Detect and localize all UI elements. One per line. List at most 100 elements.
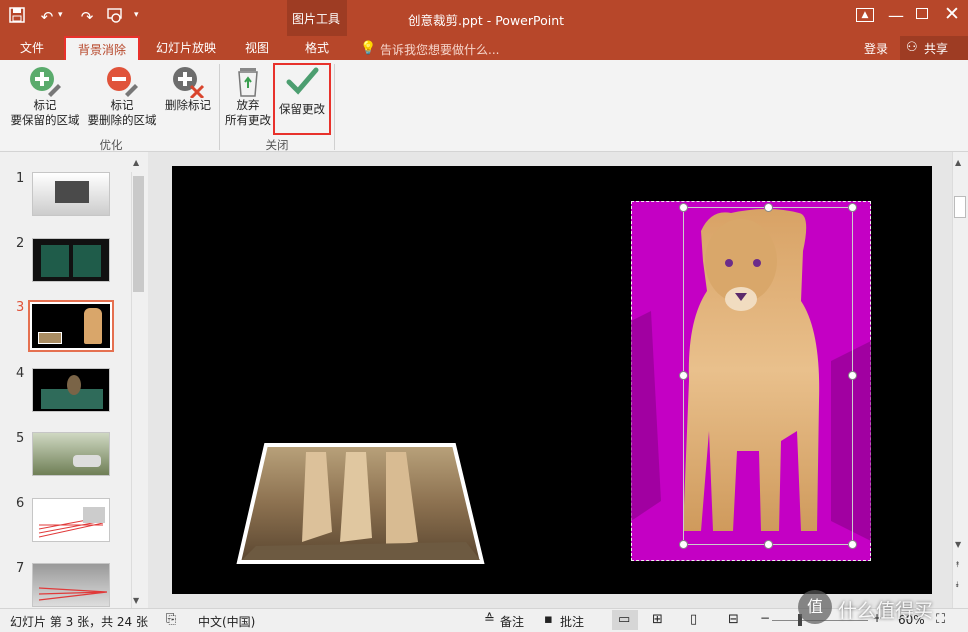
resize-handle[interactable] (848, 371, 857, 380)
resize-handle[interactable] (679, 203, 688, 212)
tell-me-box[interactable]: 告诉我您想要做什么... (380, 41, 499, 58)
slide-number: 7 (16, 561, 25, 576)
minimize-icon[interactable]: — (888, 6, 904, 25)
slide-thumbnail[interactable] (32, 368, 110, 412)
thumb-photo (55, 181, 89, 203)
language-status[interactable]: 中文(中国) (198, 613, 255, 630)
zoom-out-icon[interactable]: − (760, 611, 770, 625)
thumb-lioness (84, 308, 102, 344)
scroll-up-icon[interactable]: ▲ (955, 158, 961, 167)
share-person-icon: ⚇ (906, 40, 918, 55)
customize-toolbar-icon[interactable]: ▾ (134, 10, 139, 20)
thumb-photo (41, 245, 69, 277)
slide-thumbnail-selected[interactable] (28, 300, 114, 352)
checkmark-icon (285, 64, 319, 98)
slide-number-selected: 3 (16, 300, 25, 315)
group-close-label: 关闭 (265, 138, 289, 152)
mark-keep-label-1: 标记 (33, 98, 57, 112)
slide-number: 4 (16, 366, 25, 381)
sign-in-link[interactable]: 登录 (864, 40, 888, 57)
discard-label-1: 放弃 (236, 98, 260, 112)
close-icon[interactable]: ✕ (944, 3, 960, 25)
slideshow-icon[interactable]: ⊟ (728, 612, 739, 627)
tab-view[interactable]: 视图 (236, 36, 278, 60)
slide-thumbnail[interactable] (32, 238, 110, 282)
undo-icon[interactable]: ↶ (36, 6, 58, 28)
save-icon[interactable] (6, 6, 28, 28)
keep-changes-label: 保留更改 (279, 102, 325, 116)
notes-button[interactable]: 备注 (500, 613, 524, 630)
undo-dropdown-icon[interactable]: ▾ (58, 10, 63, 20)
lightbulb-icon: 💡 (360, 41, 377, 56)
context-tab-label: 图片工具 (292, 12, 341, 26)
slide-thumbnail[interactable] (32, 432, 110, 476)
slide-number: 1 (16, 171, 25, 186)
slide-sorter-icon[interactable]: ⊞ (652, 612, 663, 627)
recycle-bin-icon (231, 64, 265, 98)
resize-handle[interactable] (848, 540, 857, 549)
start-from-beginning-icon[interactable] (104, 6, 126, 28)
thumb-red-lines (38, 587, 108, 601)
scroll-down-icon[interactable]: ▼ (955, 540, 961, 549)
window-title: 创意裁剪.ppt - PowerPoint (408, 13, 565, 28)
plus-pencil-icon (28, 64, 62, 98)
slide-number: 2 (16, 236, 25, 251)
thumb-red-lines (38, 507, 105, 538)
spell-check-icon[interactable]: ⎘ (166, 612, 176, 627)
selection-box (683, 207, 853, 545)
watermark-logo: 值 (798, 590, 832, 624)
maximize-icon[interactable] (916, 8, 928, 19)
thumb-photo (73, 245, 101, 277)
tab-slideshow[interactable]: 幻灯片放映 (148, 36, 224, 60)
delete-mark-icon (171, 64, 205, 100)
scroll-thumb[interactable] (133, 176, 144, 292)
scroll-up-icon[interactable]: ▲ (133, 158, 139, 167)
mark-remove-label-1: 标记 (110, 98, 134, 112)
tab-file[interactable]: 文件 (12, 36, 52, 60)
next-slide-icon[interactable]: ⯯ (955, 580, 960, 590)
slide-thumbnail[interactable] (32, 563, 110, 607)
mark-keep-button[interactable]: 标记 要保留的区域 (6, 64, 84, 128)
mark-remove-label-2: 要删除的区域 (87, 113, 157, 127)
comments-button[interactable]: 批注 (560, 613, 584, 630)
share-label: 共享 (924, 42, 949, 56)
ribbon-display-options-icon[interactable]: ▲ (856, 8, 874, 22)
group-refine-label: 优化 (99, 138, 123, 152)
scroll-thumb[interactable] (954, 196, 966, 218)
scroll-down-icon[interactable]: ▼ (133, 596, 139, 605)
delete-mark-button[interactable]: 删除标记 (160, 64, 216, 113)
paws-photo[interactable] (236, 442, 486, 566)
keep-changes-button[interactable]: 保留更改 (275, 64, 329, 117)
thumb-bg (32, 304, 110, 348)
resize-handle[interactable] (679, 371, 688, 380)
redo-icon[interactable]: ↷ (76, 6, 98, 28)
thumb-car (73, 455, 101, 467)
resize-handle[interactable] (764, 203, 773, 212)
mark-keep-label-2: 要保留的区域 (10, 113, 80, 127)
watermark-text: 什么值得买 (838, 600, 934, 622)
thumb-owl (67, 375, 81, 395)
notes-icon: ≙ (484, 612, 495, 627)
minus-pencil-icon (105, 64, 139, 98)
slide-thumbnail[interactable] (32, 498, 110, 542)
slide-count-status[interactable]: 幻灯片 第 3 张，共 24 张 (10, 613, 148, 630)
mark-remove-button[interactable]: 标记 要删除的区域 (84, 64, 160, 128)
resize-handle[interactable] (764, 540, 773, 549)
normal-view-icon: ▭ (618, 612, 631, 627)
resize-handle[interactable] (848, 203, 857, 212)
ribbon-separator (219, 64, 220, 150)
tab-background-removal[interactable]: 背景消除 (64, 36, 140, 62)
discard-label-2: 所有更改 (225, 113, 271, 127)
slide-number: 5 (16, 431, 25, 446)
slide-thumbnail[interactable] (32, 172, 110, 216)
comments-icon: ▪ (544, 612, 553, 627)
discard-changes-button[interactable]: 放弃 所有更改 (222, 64, 274, 128)
tab-format[interactable]: 格式 (292, 36, 342, 60)
previous-slide-icon[interactable]: ⯭ (955, 560, 960, 570)
ribbon-separator (334, 64, 335, 150)
fit-to-window-icon[interactable]: ⛶ (936, 612, 945, 627)
thumb-photo (38, 332, 62, 344)
delete-mark-label: 删除标记 (165, 98, 211, 112)
reading-view-icon[interactable]: ▯ (690, 612, 697, 627)
resize-handle[interactable] (679, 540, 688, 549)
